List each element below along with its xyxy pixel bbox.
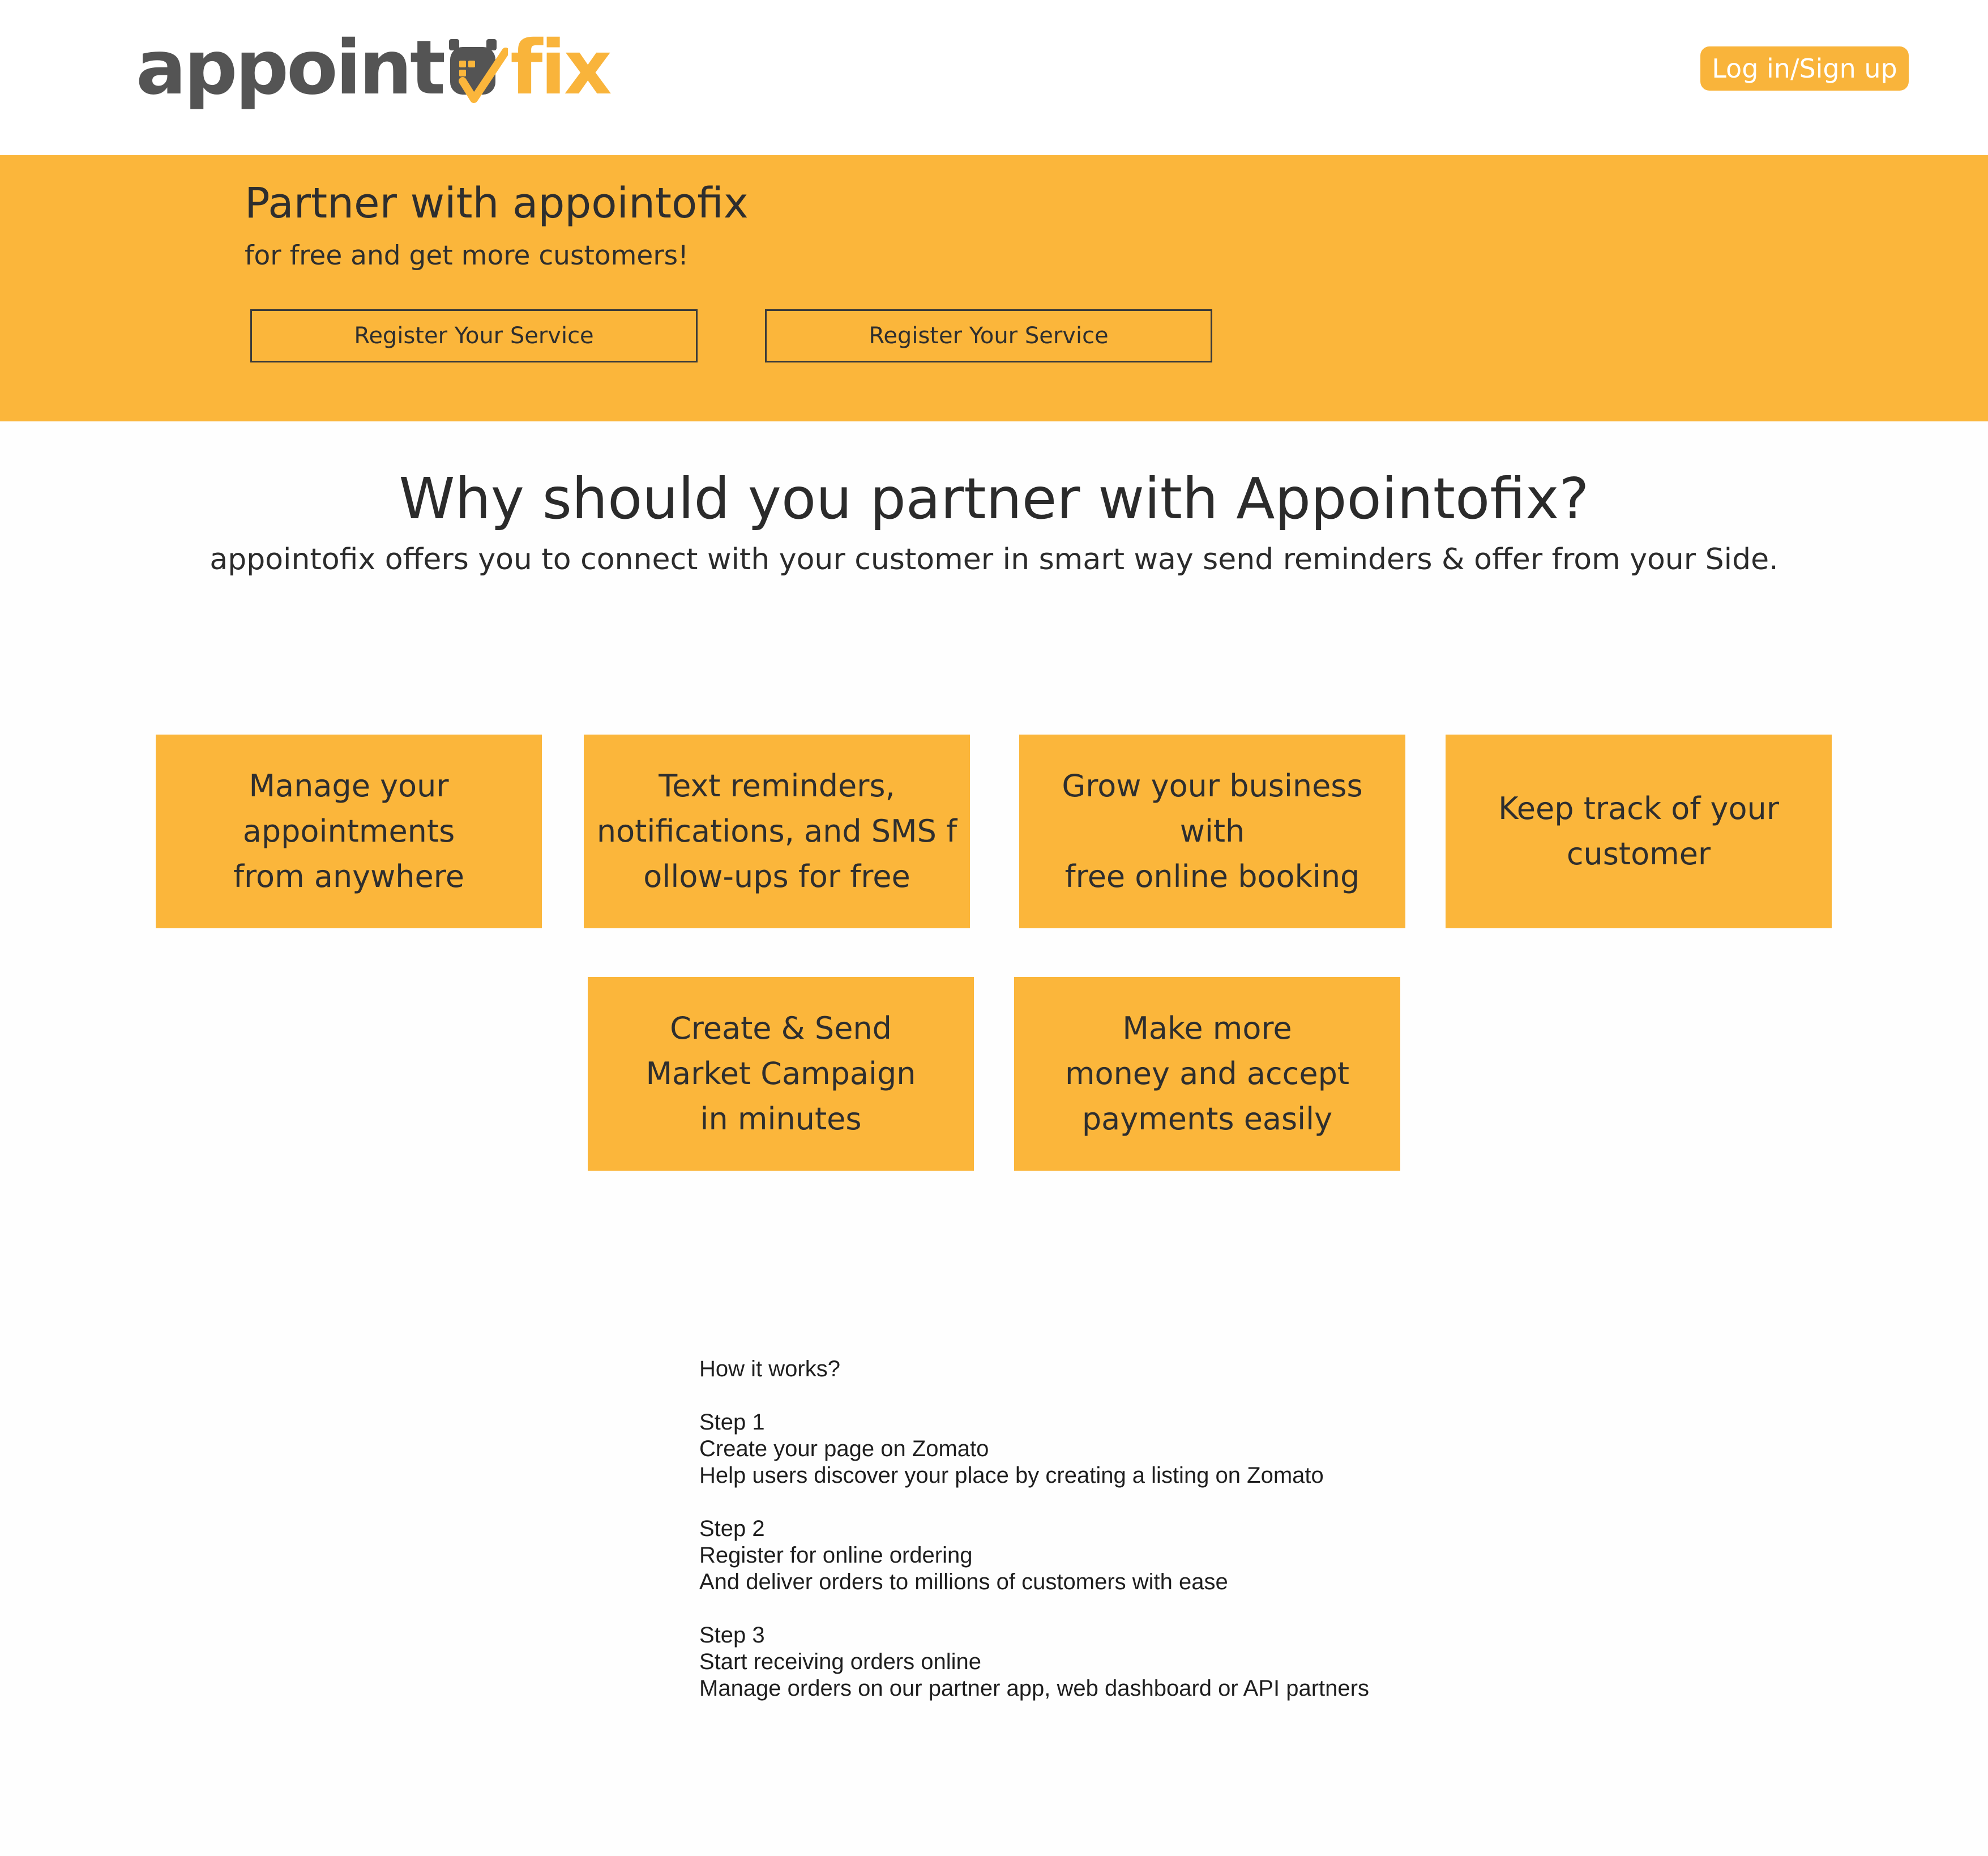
how-it-works-section: How it works? Step 1 Create your page on… — [699, 1356, 1605, 1729]
hero-subtitle: for free and get more customers! — [245, 240, 689, 271]
step-item: Step 2 Register for online ordering And … — [699, 1516, 1605, 1595]
feature-card-text: Make more money and accept payments easi… — [1064, 1010, 1350, 1137]
register-service-button-1[interactable]: Register Your Service — [250, 309, 698, 362]
login-signup-button[interactable]: Log in/Sign up — [1700, 46, 1909, 91]
step-description: Manage orders on our partner app, web da… — [699, 1676, 1369, 1701]
step-description: And deliver orders to millions of custom… — [699, 1569, 1228, 1594]
site-header: appoint fix Log in/Sign up — [0, 0, 1988, 155]
step-label: Step 3 — [699, 1623, 765, 1648]
feature-card-text: Manage your appointments from anywhere — [233, 768, 464, 894]
partner-hero-banner: Partner with appointofix for free and ge… — [0, 155, 1988, 421]
step-label: Step 2 — [699, 1516, 765, 1541]
feature-card-track-customer: Keep track of your customer — [1446, 735, 1832, 928]
feature-card-manage-appointments: Manage your appointments from anywhere — [156, 735, 542, 928]
feature-card-text-reminders: Text reminders, notifications, and SMS f… — [584, 735, 970, 928]
feature-card-market-campaign: Create & Send Market Campaign in minutes — [588, 977, 974, 1171]
logo-text-appoint: appoint — [136, 24, 446, 112]
how-it-works-title: How it works? — [699, 1356, 840, 1381]
step-heading: Create your page on Zomato — [699, 1436, 989, 1461]
step-heading: Start receiving orders online — [699, 1649, 982, 1674]
step-item: Step 3 Start receiving orders online Man… — [699, 1622, 1605, 1702]
appointofix-logo[interactable]: appoint fix — [136, 17, 612, 119]
feature-card-text: Grow your business with free online book… — [1062, 768, 1363, 894]
step-description: Help users discover your place by creati… — [699, 1463, 1324, 1488]
feature-card-grow-business: Grow your business with free online book… — [1019, 735, 1405, 928]
feature-card-text: Create & Send Market Campaign in minutes — [645, 1010, 916, 1137]
step-item: Step 1 Create your page on Zomato Help u… — [699, 1409, 1605, 1489]
feature-card-text: Text reminders, notifications, and SMS f… — [596, 768, 957, 894]
hero-title: Partner with appointofix — [245, 179, 749, 228]
why-partner-heading: Why should you partner with Appointofix? — [399, 466, 1589, 532]
step-label: Step 1 — [699, 1410, 765, 1435]
register-service-button-2[interactable]: Register Your Service — [765, 309, 1212, 362]
feature-card-accept-payments: Make more money and accept payments easi… — [1014, 977, 1400, 1171]
logo-clock-check-icon — [446, 35, 510, 108]
step-heading: Register for online ordering — [699, 1543, 973, 1568]
why-partner-description: appointofix offers you to connect with y… — [210, 543, 1778, 577]
logo-text-fix: fix — [510, 24, 612, 112]
feature-card-text: Keep track of your customer — [1498, 791, 1779, 872]
